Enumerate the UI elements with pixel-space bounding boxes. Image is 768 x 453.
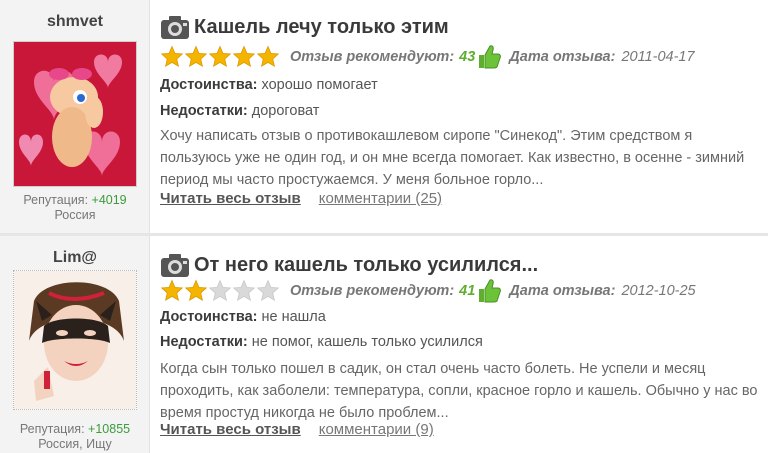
read-full-review-link[interactable]: Читать весь отзыв [160,421,301,438]
date-label: Дата отзыва: [509,49,616,65]
review-title-row: От него кашель только усилился... [160,252,538,278]
pros-label: Достоинства: [160,77,258,93]
pros-line: Достоинства: не нашла [160,309,326,325]
review-card: shmvet Репутация: +4019 Россия Кашель ле… [0,0,768,233]
author-username[interactable]: Lim@ [0,249,150,267]
thumbs-up-icon[interactable] [477,44,502,70]
star-empty-icon [208,279,232,302]
recommend-count: 41 [459,283,476,299]
review-date: 2011-04-17 [621,49,695,65]
cons-label: Недостатки: [160,334,248,350]
avatar[interactable] [13,41,137,187]
recommend-label: Отзыв рекомендуют: [290,283,455,299]
author-panel: Lim@ Репутация: +10855 Россия, Ищу [0,236,150,453]
review-meta: Отзыв рекомендуют: 41 Дата отзыва: 2012-… [160,278,696,304]
reputation-value: +4019 [91,193,127,207]
cons-text: не помог, кашель только усилился [251,334,483,350]
review-title-row: Кашель лечу только этим [160,14,449,40]
cons-text: дороговат [251,103,320,119]
reputation: Репутация: +4019 [0,193,150,207]
thumbs-up-icon[interactable] [477,278,502,304]
pros-label: Достоинства: [160,309,258,325]
cons-label: Недостатки: [160,103,248,119]
review-title[interactable]: Кашель лечу только этим [194,16,449,39]
review-date: 2012-10-25 [621,283,696,299]
date-label: Дата отзыва: [509,283,616,299]
review-title[interactable]: От него кашель только усилился... [194,254,538,277]
comments-link[interactable]: комментарии (25) [319,190,442,207]
star-filled-icon [160,279,184,302]
star-filled-icon [184,45,208,68]
review-links: Читать весь отзыв комментарии (9) [160,421,434,438]
pros-line: Достоинства: хорошо помогает [160,77,378,93]
reputation: Репутация: +10855 [0,422,150,436]
read-full-review-link[interactable]: Читать весь отзыв [160,190,301,207]
star-filled-icon [160,45,184,68]
rating-stars [160,279,280,303]
pros-text: хорошо помогает [261,77,378,93]
comments-link[interactable]: комментарии (9) [319,421,434,438]
review-excerpt: Когда сын только пошел в садик, он стал … [160,361,758,421]
recommend-count: 43 [459,49,476,65]
star-filled-icon [208,45,232,68]
recommend-label: Отзыв рекомендуют: [290,49,455,65]
reputation-label: Репутация: [23,193,89,207]
author-panel: shmvet Репутация: +4019 Россия [0,0,150,233]
review-links: Читать весь отзыв комментарии (25) [160,190,442,207]
camera-icon [161,254,189,277]
star-empty-icon [256,279,280,302]
author-location: Россия, Ищу [38,437,112,451]
author-username[interactable]: shmvet [0,13,150,31]
review-excerpt: Хочу написать отзыв о противокашлевом си… [160,128,745,188]
star-filled-icon [256,45,280,68]
camera-icon [161,16,189,39]
rating-stars [160,45,280,69]
pros-text: не нашла [261,309,326,325]
review-meta: Отзыв рекомендуют: 43 Дата отзыва: 2011-… [160,44,695,70]
star-empty-icon [232,279,256,302]
star-filled-icon [184,279,208,302]
avatar[interactable] [13,270,137,410]
reputation-value: +10855 [88,422,131,436]
star-filled-icon [232,45,256,68]
review-card: Lim@ Репутация: +10855 Россия, Ищу От не… [0,236,768,453]
cons-line: Недостатки: не помог, кашель только усил… [160,334,483,350]
cons-line: Недостатки: дороговат [160,103,319,119]
author-location: Россия [54,208,96,222]
reputation-label: Репутация: [19,422,85,436]
